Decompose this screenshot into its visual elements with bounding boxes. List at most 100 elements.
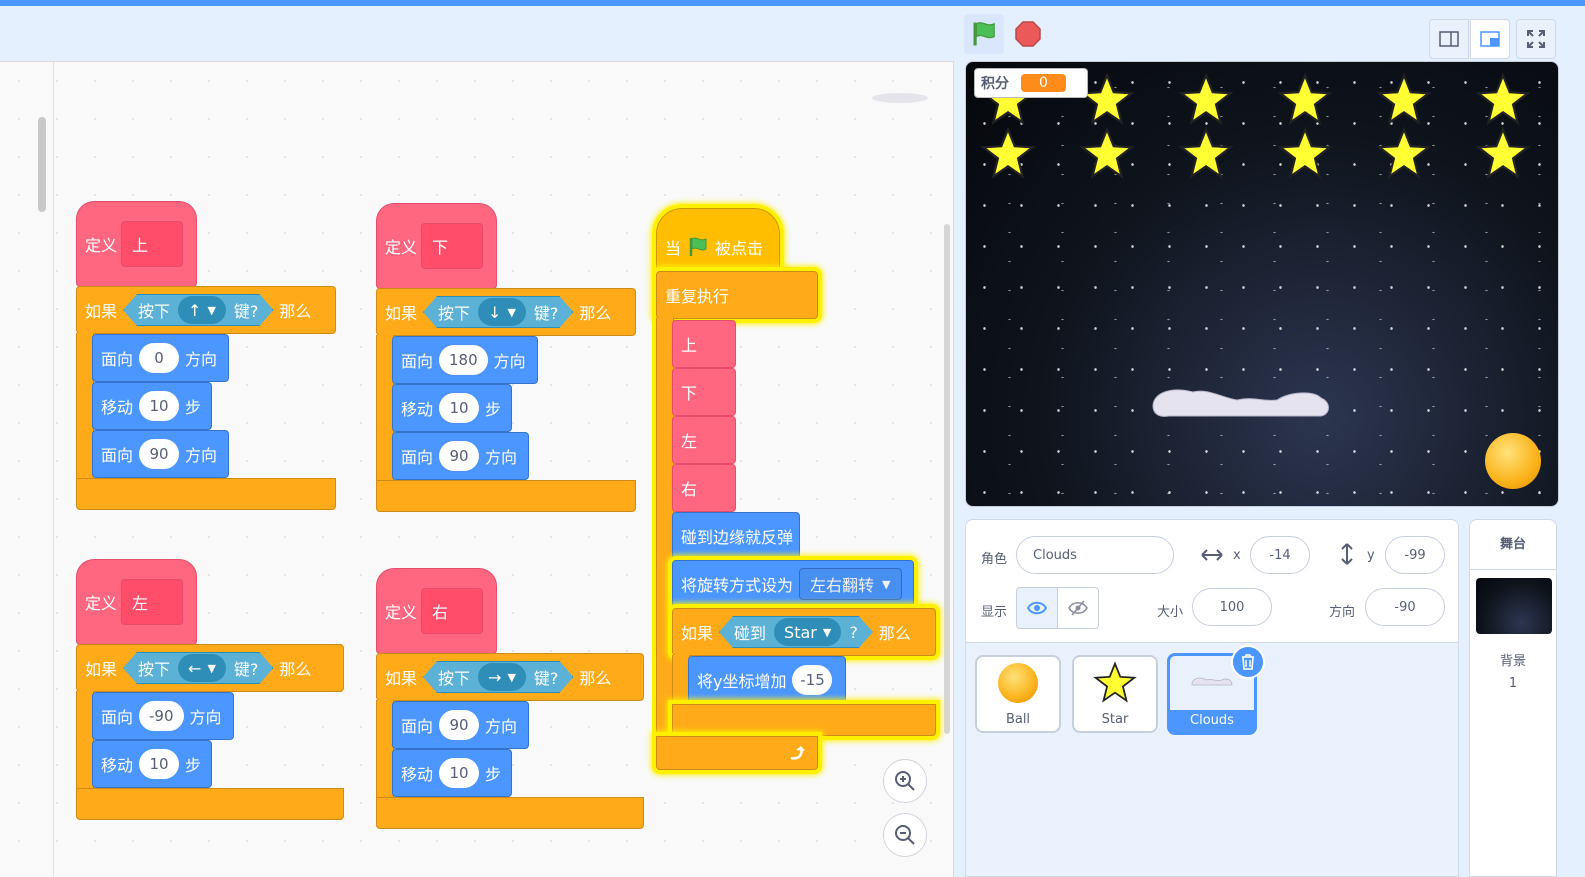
point-direction-block[interactable]: 面向 90 方向 (392, 701, 529, 749)
direction-input[interactable]: 90 (139, 439, 180, 469)
direction-input[interactable]: 90 (439, 441, 480, 471)
point-label: 面向 (101, 350, 134, 369)
show-hidden-button[interactable] (1057, 587, 1099, 629)
star-sprite (1178, 126, 1234, 180)
if-block[interactable]: 如果 按下 ↓ ▼ 键? 那么 (376, 288, 636, 336)
star-sprite (1277, 126, 1333, 180)
zoom-in-button[interactable] (883, 759, 927, 803)
set-rotation-style-block[interactable]: 将旋转方式设为 左右翻转 ▼ (672, 560, 914, 608)
define-hat-block[interactable]: 定义 上 (76, 201, 197, 287)
show-visible-button[interactable] (1016, 587, 1058, 629)
size-input[interactable]: 100 (1192, 588, 1272, 626)
move-steps-block[interactable]: 移动 10 步 (92, 382, 212, 430)
key-value: ↑ (188, 300, 202, 320)
size-label: 大小 (1157, 605, 1184, 620)
steps-input[interactable]: 10 (439, 393, 480, 423)
change-y-input[interactable]: -15 (792, 665, 833, 695)
rotation-style-dropdown[interactable]: 左右翻转 ▼ (799, 568, 902, 600)
x-input[interactable]: -14 (1250, 536, 1310, 574)
move-label: 移动 (101, 398, 134, 417)
key-dropdown[interactable]: → ▼ (478, 663, 526, 691)
delete-sprite-button[interactable] (1231, 645, 1265, 679)
clouds-thumbnail (1191, 677, 1233, 686)
star-sprite (1475, 72, 1531, 126)
star-sprite (1376, 126, 1432, 180)
cloud-sprite[interactable] (1149, 382, 1339, 422)
define-hat-block[interactable]: 定义 右 (376, 568, 497, 654)
stage-backdrop-panel[interactable]: 舞台 背景 1 (1469, 519, 1557, 877)
rotation-value: 左右翻转 (810, 576, 875, 595)
x-value: -14 (1269, 547, 1291, 563)
if-block[interactable]: 如果 按下 ↑ ▼ 键? 那么 (76, 286, 336, 334)
clicked-label: 被点击 (715, 239, 764, 258)
touching-block[interactable]: 碰到 Star ▼ ? (719, 616, 873, 648)
sprite-tile-star[interactable]: Star (1072, 655, 1158, 733)
stop-icon (1015, 21, 1041, 47)
direction-input[interactable]: -90 (1365, 588, 1445, 626)
define-hat-block[interactable]: 定义 下 (376, 203, 497, 289)
point-direction-block[interactable]: 面向 180 方向 (392, 336, 538, 384)
direction-input[interactable]: 90 (439, 710, 480, 740)
direction-input[interactable]: 180 (439, 345, 488, 375)
point-direction-block[interactable]: 面向 90 方向 (92, 430, 229, 478)
call-block-up[interactable]: 上 (672, 320, 736, 368)
define-hat-block[interactable]: 定义 左 (76, 559, 197, 645)
steps-input[interactable]: 10 (439, 758, 480, 788)
key-dropdown[interactable]: ↑ ▼ (178, 296, 226, 324)
point-direction-block[interactable]: 面向 90 方向 (392, 432, 529, 480)
sprite-name-input[interactable]: Clouds (1016, 536, 1174, 574)
eye-slash-icon (1068, 600, 1088, 616)
point-direction-block[interactable]: 面向 -90 方向 (92, 692, 234, 740)
direction-input[interactable]: 0 (139, 343, 180, 373)
change-y-block[interactable]: 将y坐标增加 -15 (688, 656, 846, 704)
bounce-on-edge-block[interactable]: 碰到边缘就反弹 (672, 512, 800, 560)
if-block[interactable]: 如果 按下 ← ▼ 键? 那么 (76, 644, 344, 692)
key-pressed-block[interactable]: 按下 → ▼ 键? (423, 661, 573, 693)
ball-sprite[interactable] (1485, 433, 1541, 489)
custom-block-down: 下 (421, 223, 484, 269)
small-stage-button[interactable] (1429, 19, 1469, 59)
fullscreen-button[interactable] (1516, 19, 1556, 59)
green-flag-icon (973, 22, 995, 46)
key-pressed-block[interactable]: 按下 ↓ ▼ 键? (423, 296, 573, 328)
move-steps-block[interactable]: 移动 10 步 (92, 740, 212, 788)
key-dropdown[interactable]: ↓ ▼ (478, 298, 526, 326)
direction-label: 方向 (189, 708, 222, 727)
point-direction-block[interactable]: 面向 0 方向 (92, 334, 229, 382)
define-label: 定义 (385, 603, 418, 622)
steps-input[interactable]: 10 (139, 749, 180, 779)
move-steps-block[interactable]: 移动 10 步 (392, 749, 512, 797)
zoom-out-button[interactable] (883, 813, 927, 857)
sprite-tile-ball[interactable]: Ball (975, 655, 1061, 733)
move-steps-block[interactable]: 移动 10 步 (392, 384, 512, 432)
direction-input[interactable]: -90 (139, 701, 184, 731)
point-label: 面向 (401, 448, 434, 467)
custom-block-name: 左 (132, 594, 149, 613)
direction-label: 方向 (185, 446, 218, 465)
key-dropdown[interactable]: ← ▼ (178, 654, 226, 682)
workspace-vertical-scrollbar[interactable] (944, 224, 950, 734)
if-block[interactable]: 如果 按下 → ▼ 键? 那么 (376, 653, 644, 701)
workspace-left-scrollbar[interactable] (38, 117, 46, 212)
if-touching-block[interactable]: 如果 碰到 Star ▼ ? 那么 (672, 608, 936, 656)
when-flag-clicked-block[interactable]: 当 被点击 (656, 208, 780, 272)
y-input[interactable]: -99 (1385, 536, 1445, 574)
call-label: 左 (681, 432, 698, 451)
steps-input[interactable]: 10 (139, 391, 180, 421)
call-block-left[interactable]: 左 (672, 416, 736, 464)
key-pressed-block[interactable]: 按下 ↑ ▼ 键? (123, 294, 273, 326)
call-block-down[interactable]: 下 (672, 368, 736, 416)
backdrop-thumbnail (1476, 578, 1552, 634)
stop-button[interactable] (1010, 16, 1046, 52)
key-pressed-block[interactable]: 按下 ← ▼ 键? (123, 652, 273, 684)
star-sprite (1376, 72, 1432, 126)
score-value: 0 (1021, 74, 1066, 92)
key-question-label: 键? (533, 304, 559, 323)
normal-stage-button[interactable] (1470, 19, 1510, 59)
stage-canvas[interactable]: 积分 0 (965, 61, 1559, 507)
call-block-right[interactable]: 右 (672, 464, 736, 512)
if-label: 如果 (681, 624, 714, 643)
touching-target-dropdown[interactable]: Star ▼ (774, 618, 841, 646)
forever-block[interactable]: 重复执行 (656, 271, 818, 319)
green-flag-button[interactable] (964, 14, 1004, 54)
